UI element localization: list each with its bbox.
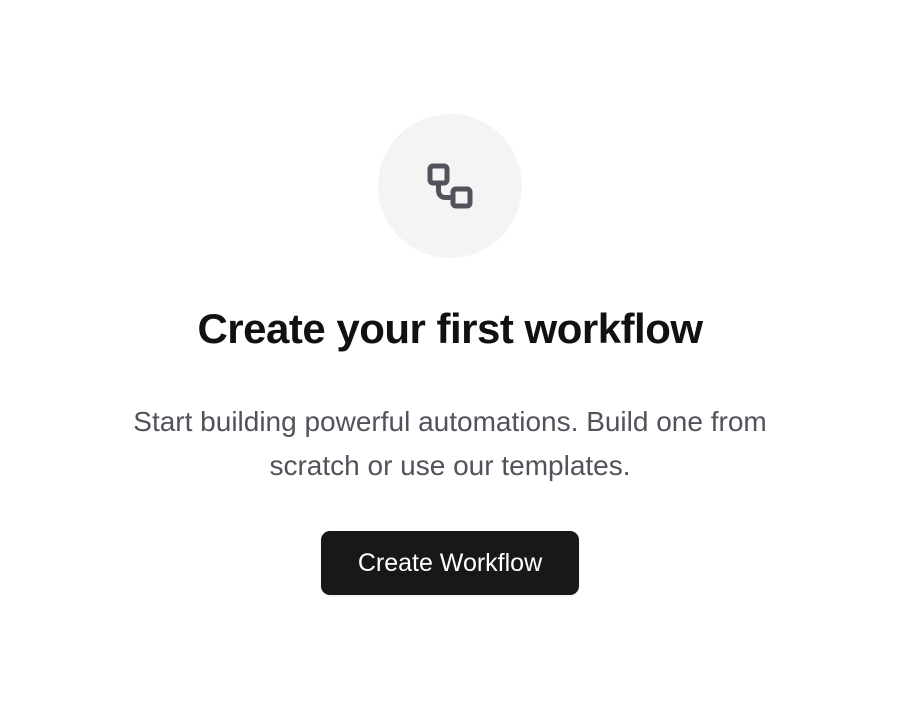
empty-state: Create your first workflow Start buildin… [0, 0, 900, 716]
empty-state-title: Create your first workflow [197, 305, 703, 352]
workflow-icon-container [378, 114, 522, 258]
workflow-icon [427, 163, 473, 209]
empty-state-description: Start building powerful automations. Bui… [133, 406, 767, 481]
create-workflow-button[interactable]: Create Workflow [321, 531, 579, 595]
